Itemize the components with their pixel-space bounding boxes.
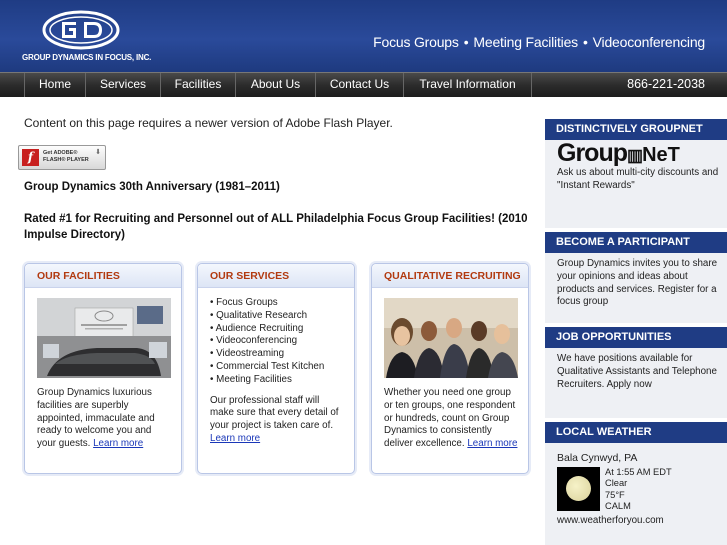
- card-qualitative-recruiting: QUALITATIVE RECRUITING Whether you need …: [371, 263, 529, 474]
- flash-icon: f: [22, 149, 39, 166]
- weather-condition: Clear: [605, 478, 628, 489]
- get-flash-player-button[interactable]: f Get ADOBE® FLASH® PLAYER ⬇: [18, 145, 106, 170]
- groupnet-logo[interactable]: Group▥NeT: [557, 141, 719, 166]
- card-title: QUALITATIVE RECRUITING: [372, 264, 528, 288]
- sidebar-jobs-heading: JOB OPPORTUNITIES: [545, 327, 727, 348]
- weather-temp: 75°F: [605, 489, 625, 500]
- list-item: Focus Groups: [210, 297, 344, 310]
- weather-source-link[interactable]: www.weatherforyou.com: [557, 515, 719, 528]
- recruiting-group-photo: [384, 298, 518, 378]
- list-item: Videoconferencing: [210, 335, 344, 348]
- sidebar-participant-panel: Group Dynamics invites you to share your…: [545, 253, 727, 323]
- flash-message: Content on this page requires a newer ve…: [24, 116, 393, 130]
- tagline-focus-groups: Focus Groups: [373, 34, 459, 50]
- nav-services[interactable]: Services: [86, 73, 161, 97]
- weather-location: Bala Cynwyd, PA: [557, 452, 638, 464]
- nav-facilities[interactable]: Facilities: [161, 73, 236, 97]
- list-item: Commercial Test Kitchen: [210, 361, 344, 374]
- rated-heading: Rated #1 for Recruiting and Personnel ou…: [24, 213, 528, 241]
- nav-about-us[interactable]: About Us: [236, 73, 316, 97]
- phone-number: 866-221-2038: [627, 77, 705, 91]
- flash-badge-line1: Get ADOBE®: [43, 150, 78, 156]
- logo-text: GROUP DYNAMICS IN FOCUS, INC.: [22, 53, 152, 62]
- recruiting-learn-more-link[interactable]: Learn more: [467, 438, 517, 449]
- sidebar-jobs-panel: We have positions available for Qualitat…: [545, 348, 727, 418]
- facilities-learn-more-link[interactable]: Learn more: [93, 438, 143, 449]
- sidebar-weather-panel: Bala Cynwyd, PA At 1:55 AM EDT Clear 75°…: [545, 443, 727, 545]
- sidebar-participant-heading: BECOME A PARTICIPANT: [545, 232, 727, 253]
- list-item: Qualitative Research: [210, 310, 344, 323]
- sidebar-weather-heading: LOCAL WEATHER: [545, 422, 727, 443]
- list-item: Audience Recruiting: [210, 323, 344, 336]
- card-title: OUR FACILITIES: [25, 264, 181, 288]
- weather-wind: CALM: [605, 501, 631, 512]
- gd-logo-icon: [42, 10, 120, 50]
- header-tagline: Focus Groups • Meeting Facilities • Videocon…: [373, 34, 705, 50]
- group-dynamics-logo[interactable]: GROUP DYNAMICS IN FOCUS, INC.: [22, 8, 151, 66]
- list-item: Meeting Facilities: [210, 374, 344, 387]
- card-our-facilities: OUR FACILITIES Group Dynamics luxurious …: [24, 263, 182, 474]
- services-learn-more-link[interactable]: Learn more: [210, 433, 260, 444]
- anniversary-heading: Group Dynamics 30th Anniversary (1981–20…: [24, 181, 280, 193]
- sidebar-groupnet-heading: DISTINCTIVELY GROUPNET: [545, 119, 727, 140]
- download-arrow-icon: ⬇: [95, 149, 101, 156]
- tagline-meeting-facilities: Meeting Facilities: [473, 34, 578, 50]
- card-our-services: OUR SERVICES Focus Groups Qualitative Re…: [197, 263, 355, 474]
- tagline-videoconferencing: Videoconferencing: [592, 34, 706, 50]
- site-header: GROUP DYNAMICS IN FOCUS, INC. Focus Grou…: [0, 0, 727, 72]
- sidebar-groupnet-panel: Group▥NeT Ask us about multi-city discou…: [545, 140, 727, 228]
- moon-icon: [557, 466, 600, 511]
- groupnet-text: Ask us about multi-city discounts and "I…: [557, 166, 719, 191]
- services-list: Focus Groups Qualitative Research Audien…: [210, 297, 344, 387]
- list-item: Videostreaming: [210, 348, 344, 361]
- card-title: OUR SERVICES: [198, 264, 354, 288]
- main-nav: Home Services Facilities About Us Contac…: [0, 72, 727, 97]
- services-text: Our professional staff will make sure th…: [210, 394, 339, 432]
- nav-home[interactable]: Home: [24, 73, 86, 97]
- apply-now-link[interactable]: Apply now: [607, 379, 652, 390]
- groupnet-bridge-icon: ▥: [627, 146, 643, 165]
- nav-travel-information[interactable]: Travel Information: [404, 73, 532, 97]
- facility-lobby-photo: [37, 298, 171, 378]
- weather-time: At 1:55 AM EDT: [605, 466, 672, 477]
- flash-badge-line2: FLASH® PLAYER: [43, 157, 89, 163]
- nav-contact-us[interactable]: Contact Us: [316, 73, 404, 97]
